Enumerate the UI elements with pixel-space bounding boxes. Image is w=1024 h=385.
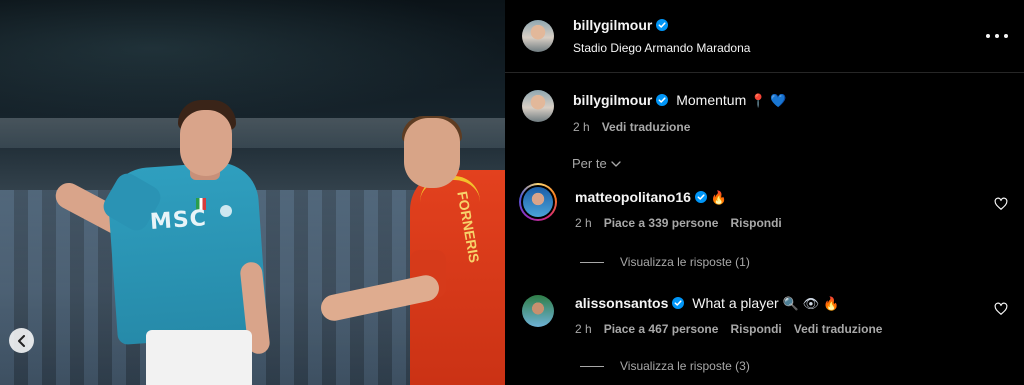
fire-emoji: 🔥: [710, 191, 727, 206]
more-options-icon[interactable]: [986, 26, 1008, 46]
post-viewer: MSC FORNERIS billygilmour Stadio Diego A…: [0, 0, 1024, 385]
avatar-story-ring[interactable]: [519, 183, 557, 221]
blue-heart-emoji: 💙: [770, 94, 787, 109]
replies-divider: [580, 261, 604, 263]
comment-item: matteopolitano16 🔥 2 h Piace a 339 perso…: [519, 183, 1010, 230]
eye-emoji: 👁: [802, 297, 820, 312]
verified-badge-icon: [656, 94, 669, 106]
verified-badge-icon: [672, 297, 685, 309]
heart-icon[interactable]: [994, 302, 1008, 316]
comment-text: What a player: [692, 295, 779, 311]
view-replies-label: Visualizza le risposte (3): [620, 359, 750, 373]
caption-text: Momentum: [676, 92, 747, 108]
magnifier-emoji: 🔍: [782, 297, 799, 312]
opponent-head: [404, 118, 460, 188]
avatar: [523, 187, 553, 217]
fire-emoji: 🔥: [823, 297, 840, 312]
comment-timestamp[interactable]: 2 h: [575, 216, 592, 230]
post-caption: billygilmour Momentum 📍 💙 2 h Vedi tradu…: [522, 90, 1004, 134]
comment-username[interactable]: alissonsantos: [575, 295, 668, 311]
avatar[interactable]: [522, 20, 554, 52]
player-head: [180, 110, 232, 176]
caption-timestamp[interactable]: 2 h: [573, 120, 590, 134]
post-author-block: billygilmour Stadio Diego Armando Marado…: [573, 17, 750, 55]
comment-sort-dropdown[interactable]: Per te: [572, 156, 621, 171]
sort-label: Per te: [572, 156, 607, 171]
comment-item: alissonsantos What a player 🔍 👁 🔥 2 h Pi…: [519, 292, 1010, 336]
caption-username[interactable]: billygilmour: [573, 92, 652, 108]
club-crest: [220, 205, 232, 217]
view-replies-label: Visualizza le risposte (1): [620, 255, 750, 269]
post-location[interactable]: Stadio Diego Armando Maradona: [573, 41, 750, 55]
comment-likes[interactable]: Piace a 467 persone: [604, 322, 719, 336]
jersey-sponsor: MSC: [149, 206, 208, 235]
comment-likes[interactable]: Piace a 339 persone: [604, 216, 719, 230]
post-header: billygilmour Stadio Diego Armando Marado…: [505, 0, 1024, 73]
comments-panel: billygilmour Stadio Diego Armando Marado…: [505, 0, 1024, 385]
translate-link[interactable]: Vedi traduzione: [794, 322, 883, 336]
verified-badge-icon: [656, 19, 669, 31]
view-replies-button[interactable]: Visualizza le risposte (3): [580, 359, 750, 373]
heart-icon[interactable]: [994, 197, 1008, 211]
comment-username[interactable]: matteopolitano16: [575, 189, 691, 205]
post-photo[interactable]: MSC FORNERIS: [0, 0, 505, 385]
avatar[interactable]: [522, 295, 554, 327]
player-shorts: [146, 330, 252, 385]
translate-link[interactable]: Vedi traduzione: [602, 120, 691, 134]
chevron-down-icon: [611, 160, 621, 167]
chevron-left-icon: [17, 334, 25, 347]
stadium-lights: [0, 0, 505, 120]
pin-emoji: 📍: [750, 94, 767, 109]
comment-timestamp[interactable]: 2 h: [575, 322, 592, 336]
carousel-prev-button[interactable]: [9, 328, 34, 353]
post-author-username[interactable]: billygilmour: [573, 17, 652, 33]
view-replies-button[interactable]: Visualizza le risposte (1): [580, 255, 750, 269]
reply-button[interactable]: Rispondi: [730, 216, 781, 230]
reply-button[interactable]: Rispondi: [730, 322, 781, 336]
replies-divider: [580, 365, 604, 367]
verified-badge-icon: [694, 191, 707, 203]
avatar[interactable]: [522, 90, 554, 122]
